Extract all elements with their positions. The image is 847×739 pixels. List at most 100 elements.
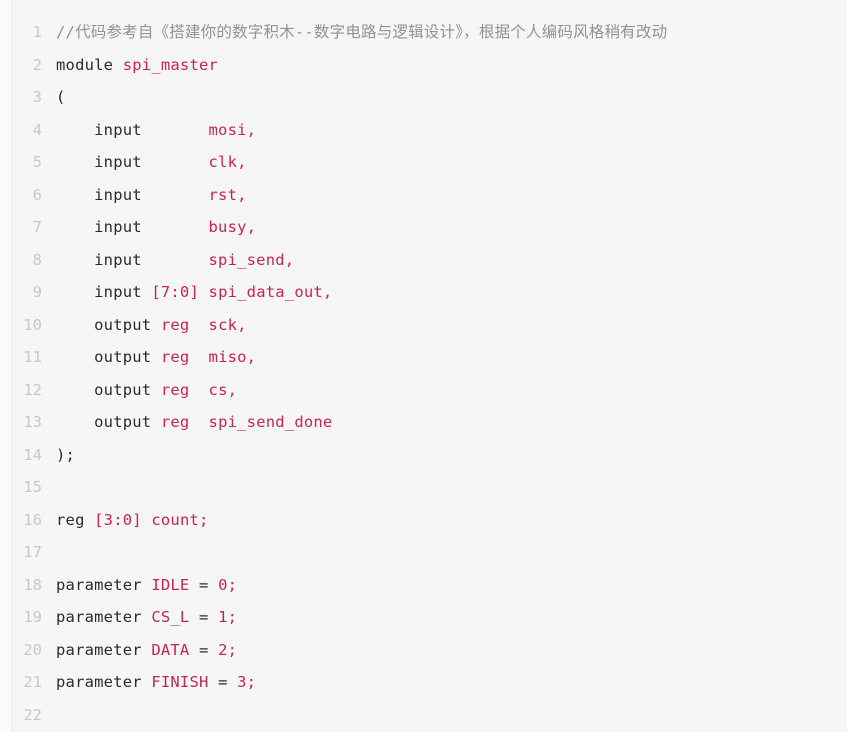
code-line-text: parameter IDLE = 0;	[56, 569, 847, 602]
line-number: 6	[32, 185, 42, 204]
code-token: CS_L	[151, 608, 199, 626]
code-line-text: parameter CS_L = 1;	[56, 601, 847, 634]
code-line[interactable]: 9 input [7:0] spi_data_out,	[0, 276, 847, 309]
code-token: reg	[56, 510, 95, 529]
line-number: 4	[32, 120, 42, 139]
code-line[interactable]: 10 output reg sck,	[0, 309, 847, 342]
code-token: input	[56, 283, 152, 301]
code-token: input	[56, 250, 209, 269]
code-line[interactable]: 16 reg [3:0] count;	[0, 504, 847, 537]
code-token: output	[56, 315, 161, 334]
code-token: DATA	[151, 640, 199, 659]
code-token: clk,	[208, 153, 247, 171]
code-token: module	[56, 55, 123, 74]
code-lines-container: 1 //代码参考自《搭建你的数字积木--数字电路与逻辑设计》，根据个人编码风格稍有…	[0, 16, 847, 731]
code-line[interactable]: 8 input spi_send,	[0, 244, 847, 277]
code-token: [3:0]	[94, 510, 152, 529]
code-token: 3;	[237, 673, 257, 691]
code-token: 2;	[218, 640, 238, 659]
code-line-text: input rst,	[56, 179, 847, 212]
line-number: 5	[32, 153, 42, 171]
code-token: reg	[160, 413, 190, 431]
code-line-text: output reg cs,	[56, 374, 847, 407]
code-line[interactable]: 21 parameter FINISH = 3;	[0, 666, 847, 699]
code-token: input	[56, 120, 209, 139]
code-block[interactable]: 1 //代码参考自《搭建你的数字积木--数字电路与逻辑设计》，根据个人编码风格稍有…	[0, 0, 847, 739]
code-line[interactable]: 19 parameter CS_L = 1;	[0, 601, 847, 634]
code-line[interactable]: 2 module spi_master	[0, 49, 847, 82]
code-token: FINISH	[151, 673, 219, 691]
line-number: 3	[32, 88, 42, 106]
code-token: IDLE	[151, 575, 199, 594]
line-number: 1	[32, 23, 42, 41]
code-line-text: parameter DATA = 2;	[56, 634, 847, 667]
code-line[interactable]: 1 //代码参考自《搭建你的数字积木--数字电路与逻辑设计》，根据个人编码风格稍有…	[0, 16, 847, 49]
code-token: output	[56, 348, 161, 366]
code-token: output	[56, 413, 161, 431]
code-line[interactable]: 14);	[0, 439, 847, 472]
code-token: sck,	[208, 315, 247, 334]
line-number: 19	[23, 608, 42, 626]
code-line-text: );	[56, 439, 847, 472]
code-token: cs,	[208, 380, 238, 399]
code-token: =	[199, 575, 219, 594]
code-token: spi_data_out,	[208, 283, 333, 301]
code-line[interactable]: 18 parameter IDLE = 0;	[0, 569, 847, 602]
code-token: [7:0]	[151, 283, 209, 301]
code-token: =	[218, 673, 238, 691]
code-token: spi_send,	[208, 250, 295, 269]
line-number: 14	[23, 445, 42, 464]
code-token: rst,	[208, 185, 247, 204]
line-number: 18	[23, 575, 42, 594]
line-number: 8	[32, 250, 42, 269]
code-token: spi_master	[122, 55, 219, 74]
code-line-text: input mosi,	[56, 114, 847, 147]
line-number: 7	[32, 218, 42, 236]
line-number: 13	[23, 413, 42, 431]
code-line-text: (	[56, 81, 847, 114]
code-token: 1;	[218, 608, 238, 626]
code-token: input	[56, 218, 209, 236]
code-token: spi_send_done	[208, 413, 333, 431]
code-line[interactable]: 12 output reg cs,	[0, 374, 847, 407]
line-number: 15	[23, 478, 42, 496]
code-token: parameter	[56, 640, 152, 659]
code-token: );	[56, 445, 76, 464]
code-line[interactable]: 6 input rst,	[0, 179, 847, 212]
code-line[interactable]: 5 input clk,	[0, 146, 847, 179]
code-line-text: reg [3:0] count;	[56, 504, 847, 537]
code-line-text: input [7:0] spi_data_out,	[56, 276, 847, 309]
line-number: 21	[23, 673, 42, 691]
code-token: input	[56, 185, 209, 204]
code-line[interactable]: 3(	[0, 81, 847, 114]
code-line[interactable]: 4 input mosi,	[0, 114, 847, 147]
code-token: count;	[151, 510, 209, 529]
code-line[interactable]: 7 input busy,	[0, 211, 847, 244]
code-line[interactable]: 15	[0, 471, 847, 504]
code-line[interactable]: 17	[0, 536, 847, 569]
code-token: reg	[160, 315, 190, 334]
code-line[interactable]: 11 output reg miso,	[0, 341, 847, 374]
code-token: output	[56, 380, 161, 399]
code-token: miso,	[208, 348, 257, 366]
line-number: 22	[23, 705, 42, 724]
code-token: reg	[160, 348, 190, 366]
code-token: (	[56, 88, 66, 106]
line-number: 9	[32, 283, 42, 301]
code-line-text: output reg sck,	[56, 309, 847, 342]
code-token: parameter	[56, 673, 152, 691]
code-line[interactable]: 22	[0, 699, 847, 732]
code-token: =	[199, 640, 219, 659]
code-line-text: input busy,	[56, 211, 847, 244]
code-line-text: output reg miso,	[56, 341, 847, 374]
code-line-text: input spi_send,	[56, 244, 847, 277]
code-line[interactable]: 20 parameter DATA = 2;	[0, 634, 847, 667]
code-line-text: parameter FINISH = 3;	[56, 666, 847, 699]
code-line[interactable]: 13 output reg spi_send_done	[0, 406, 847, 439]
code-line-text: module spi_master	[56, 49, 847, 82]
code-token: input	[56, 153, 209, 171]
line-number: 11	[23, 348, 42, 366]
